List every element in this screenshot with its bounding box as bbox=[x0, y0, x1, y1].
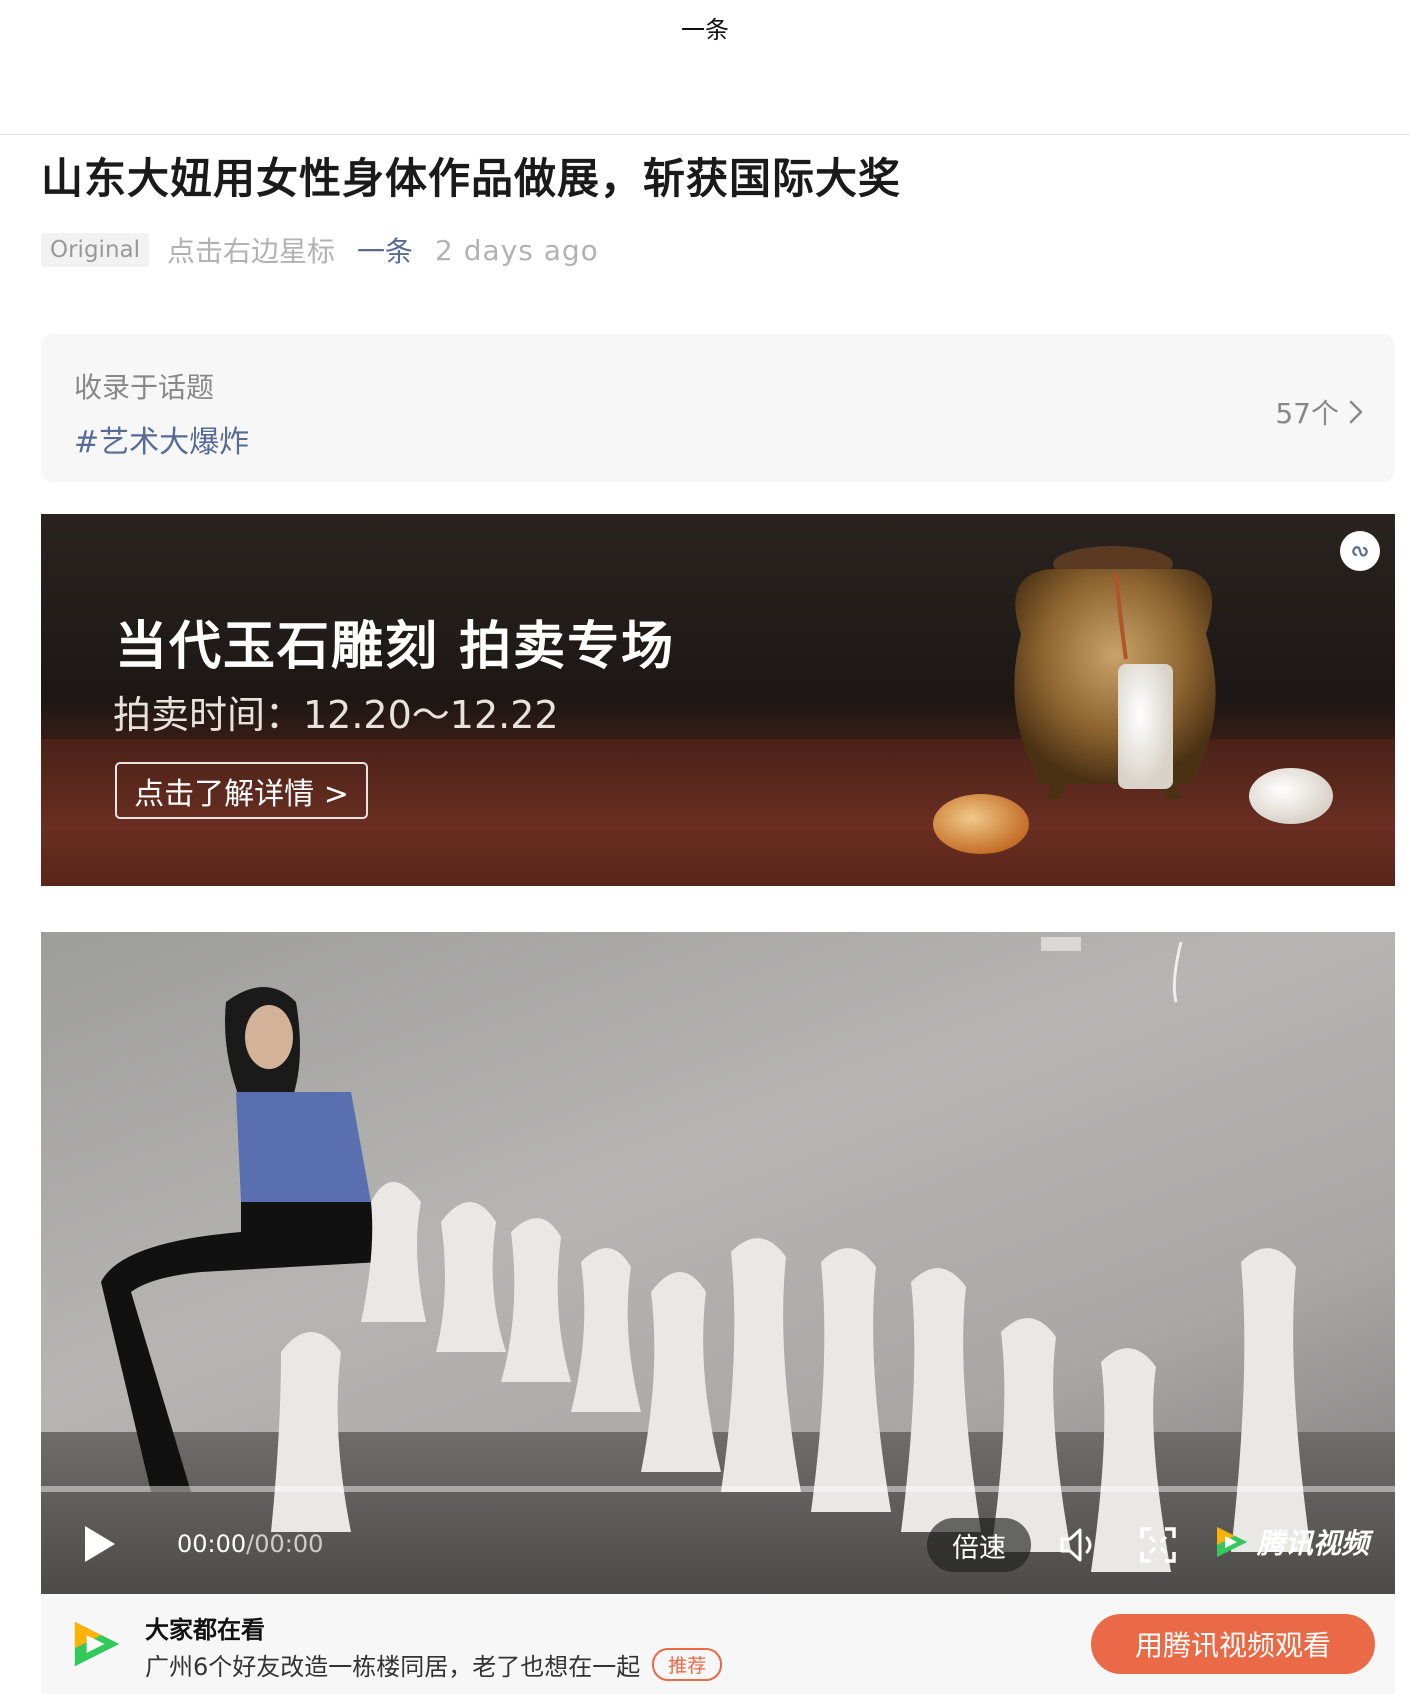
topic-count[interactable]: 57个 bbox=[1275, 392, 1363, 432]
original-badge: Original bbox=[41, 233, 150, 267]
account-title[interactable]: 一条 bbox=[0, 10, 1410, 45]
recommend-heading: 大家都在看 bbox=[145, 1616, 265, 1644]
video-time: 00:00/00:00 bbox=[177, 1530, 323, 1558]
tencent-video-brand: 腾讯视频 bbox=[1257, 1527, 1370, 1560]
tencent-video-icon bbox=[74, 1621, 120, 1667]
video-frame-image bbox=[101, 937, 1311, 1572]
article-title: 山东大妞用女性身体作品做展，斩获国际大奖 bbox=[41, 154, 902, 203]
top-bar: 一条 bbox=[0, 0, 1410, 135]
topic-tag-link[interactable]: #艺术大爆炸 bbox=[74, 417, 249, 461]
fullscreen-icon[interactable] bbox=[1139, 1526, 1177, 1564]
auction-banner-ad[interactable]: 当代玉石雕刻 拍卖专场 拍卖时间：12.20～12.22 点击了解详情 > bbox=[41, 514, 1395, 886]
video-player[interactable]: 00:00/00:00 倍速 腾讯视频 bbox=[41, 932, 1395, 1594]
star-hint: 点击右边星标 bbox=[167, 235, 336, 268]
play-icon[interactable] bbox=[83, 1524, 117, 1564]
playback-speed-button[interactable]: 倍速 bbox=[927, 1518, 1031, 1572]
watch-in-tencent-video-button[interactable]: 用腾讯视频观看 bbox=[1091, 1614, 1375, 1674]
article-meta: Original 点击右边星标 一条 2 days ago bbox=[41, 230, 599, 270]
video-current-time: 00:00 bbox=[177, 1530, 247, 1558]
mini-program-icon[interactable] bbox=[1340, 531, 1380, 571]
author-link[interactable]: 一条 bbox=[357, 230, 413, 270]
topic-count-label: 57个 bbox=[1275, 397, 1339, 430]
tencent-video-logo: 腾讯视频 bbox=[1213, 1522, 1369, 1562]
recommend-bar[interactable]: 大家都在看 广州6个好友改造一栋楼同居，老了也想在一起 推荐 用腾讯视频观看 bbox=[41, 1594, 1395, 1694]
recommend-item[interactable]: 广州6个好友改造一栋楼同居，老了也想在一起 推荐 bbox=[145, 1647, 723, 1682]
recommend-badge: 推荐 bbox=[652, 1648, 723, 1681]
banner-details-button[interactable]: 点击了解详情 > bbox=[115, 762, 368, 819]
volume-icon[interactable] bbox=[1059, 1526, 1099, 1564]
topic-label: 收录于话题 bbox=[74, 371, 215, 404]
banner-time: 拍卖时间：12.20～12.22 bbox=[113, 693, 559, 737]
banner-headline: 当代玉石雕刻 拍卖专场 bbox=[115, 617, 676, 677]
video-duration: 00:00 bbox=[254, 1530, 324, 1558]
recommend-title: 广州6个好友改造一栋楼同居，老了也想在一起 bbox=[145, 1653, 641, 1681]
video-progress-bar[interactable] bbox=[41, 1486, 1395, 1492]
tencent-video-icon bbox=[1217, 1527, 1247, 1557]
chevron-right-icon bbox=[1349, 400, 1363, 424]
publish-time: 2 days ago bbox=[435, 233, 599, 267]
mini-program-glyph bbox=[1352, 546, 1368, 557]
topic-card[interactable]: 收录于话题 #艺术大爆炸 57个 bbox=[41, 334, 1395, 482]
